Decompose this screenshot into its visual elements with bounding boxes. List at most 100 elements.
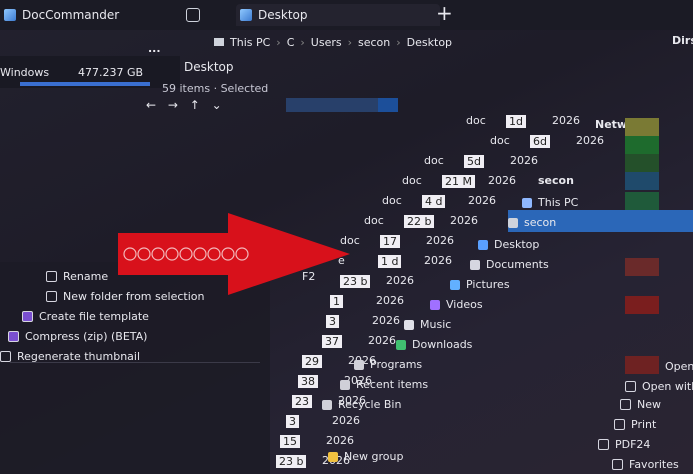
menu-item-label: Create file template bbox=[39, 310, 149, 323]
nav-item-icon bbox=[340, 379, 350, 390]
file-year: 2026 bbox=[488, 174, 516, 187]
breadcrumb: This PC › C › Users › secon › Desktop bbox=[214, 34, 452, 50]
menu-item-icon bbox=[46, 291, 57, 302]
file-year: 2026 bbox=[386, 274, 414, 287]
tab-desktop[interactable]: Desktop bbox=[236, 4, 440, 26]
file-year: 2026 bbox=[332, 414, 360, 427]
tab-label: Desktop bbox=[258, 8, 308, 22]
file-size: 1 d bbox=[378, 255, 402, 268]
nav-item-icon bbox=[478, 239, 488, 250]
nav-item-label: This PC bbox=[538, 196, 579, 209]
menu-item-compress-zip-beta[interactable]: Compress (zip) (BETA) bbox=[8, 330, 147, 343]
drive-usage-bar bbox=[20, 82, 150, 86]
nav-item-desktop[interactable]: Desktop bbox=[478, 238, 539, 251]
color-tile bbox=[625, 136, 659, 154]
right-menu-item-open-with[interactable]: Open with bbox=[625, 380, 693, 393]
drive-size: 477.237 GB bbox=[78, 66, 144, 79]
right-menu-item-new[interactable]: New bbox=[620, 398, 661, 411]
nav-item-label: Music bbox=[420, 318, 452, 331]
file-size: 17 bbox=[380, 235, 400, 248]
right-menu-item-label: Open with bbox=[642, 380, 693, 393]
panel-title: Desktop bbox=[184, 60, 234, 74]
file-year: 2026 bbox=[552, 114, 580, 127]
file-year: 2026 bbox=[376, 294, 404, 307]
app-title-text: DocCommander bbox=[22, 8, 120, 22]
panel-status: 59 items · Selected bbox=[162, 82, 269, 95]
dirs-label: Dirs bbox=[672, 34, 693, 47]
color-tile bbox=[625, 172, 659, 190]
folder-tab-icon bbox=[240, 9, 252, 21]
nav-item-downloads[interactable]: Downloads bbox=[396, 338, 472, 351]
file-size: 21 M bbox=[442, 175, 475, 188]
file-size: 38 bbox=[298, 375, 318, 388]
tab-overview-icon bbox=[186, 8, 200, 22]
file-type: doc bbox=[490, 134, 510, 147]
drive-more-button[interactable]: ... bbox=[148, 42, 161, 55]
file-year: 2026 bbox=[510, 154, 538, 167]
nav-item-icon bbox=[450, 279, 460, 290]
nav-item-label: New group bbox=[344, 450, 404, 463]
nav-item-this-pc[interactable]: This PC bbox=[522, 196, 578, 209]
menu-item-icon bbox=[8, 331, 19, 342]
right-menu-item-pdf24[interactable]: PDF24 bbox=[598, 438, 650, 451]
nav-item-pictures[interactable]: Pictures bbox=[450, 278, 510, 291]
nav-item-programs[interactable]: Programs bbox=[354, 358, 422, 371]
file-size: 1 bbox=[330, 295, 343, 308]
breadcrumb-this-pc[interactable]: This PC bbox=[230, 36, 270, 49]
right-menu-item-icon bbox=[620, 399, 631, 410]
right-menu-item-label: Favorites bbox=[629, 458, 679, 471]
color-tile bbox=[625, 154, 659, 172]
nav-item-documents[interactable]: Documents bbox=[470, 258, 549, 271]
view-toggle-active[interactable] bbox=[378, 98, 398, 112]
nav-item-icon bbox=[522, 197, 532, 208]
nav-item-recycle-bin[interactable]: Recycle Bin bbox=[322, 398, 401, 411]
nav-item-recent-items[interactable]: Recent items bbox=[340, 378, 428, 391]
right-menu-item-icon bbox=[625, 381, 636, 392]
breadcrumb-desktop[interactable]: Desktop bbox=[407, 36, 452, 49]
right-menu-item-label: Open bbox=[665, 360, 693, 373]
nav-item-icon bbox=[508, 217, 518, 228]
color-tile bbox=[625, 192, 659, 210]
tab-overview-button[interactable] bbox=[186, 8, 200, 25]
file-year: 2026 bbox=[424, 254, 452, 267]
file-year: 2026 bbox=[372, 314, 400, 327]
nav-toolbar[interactable]: ← → ↑ ⌄ bbox=[146, 98, 226, 112]
file-size: 37 bbox=[322, 335, 342, 348]
new-tab-button[interactable]: + bbox=[436, 2, 453, 24]
file-size: 5d bbox=[464, 155, 484, 168]
nav-item-videos[interactable]: Videos bbox=[430, 298, 483, 311]
nav-item-label: Programs bbox=[370, 358, 423, 371]
right-menu-item-favorites[interactable]: Favorites bbox=[612, 458, 679, 471]
app-icon bbox=[4, 9, 16, 21]
nav-item-new-group[interactable]: New group bbox=[328, 450, 403, 463]
menu-item-create-file-template[interactable]: Create file template bbox=[22, 310, 149, 323]
nav-item-icon bbox=[470, 259, 480, 270]
nav-item-icon bbox=[354, 359, 364, 370]
right-menu-item-icon bbox=[598, 439, 609, 450]
menu-item-rename[interactable]: Rename bbox=[46, 270, 108, 283]
right-menu-item-print[interactable]: Print bbox=[614, 418, 656, 431]
nav-item-music[interactable]: Music bbox=[404, 318, 451, 331]
breadcrumb-c[interactable]: C bbox=[287, 36, 295, 49]
file-type: doc bbox=[402, 174, 422, 187]
drive-label[interactable]: Windows bbox=[0, 66, 49, 79]
nav-item-icon bbox=[404, 319, 414, 330]
nav-item-secon[interactable]: secon bbox=[508, 216, 556, 229]
menu-separator bbox=[10, 362, 260, 363]
menu-item-icon bbox=[22, 311, 33, 322]
red-arrow-pointer bbox=[118, 213, 350, 295]
file-year: 2026 bbox=[368, 334, 396, 347]
nav-item-label: secon bbox=[524, 216, 557, 229]
color-tile bbox=[625, 258, 659, 276]
user-label[interactable]: secon bbox=[538, 174, 574, 187]
nav-item-label: Pictures bbox=[466, 278, 510, 291]
file-size: 23 bbox=[292, 395, 312, 408]
file-type: doc bbox=[364, 214, 384, 227]
nav-item-icon bbox=[322, 399, 332, 410]
breadcrumb-users[interactable]: Users bbox=[311, 36, 342, 49]
nav-item-label: Recycle Bin bbox=[338, 398, 402, 411]
file-type: doc bbox=[466, 114, 486, 127]
nav-item-icon bbox=[396, 339, 406, 350]
nav-item-label: Videos bbox=[446, 298, 483, 311]
breadcrumb-secon[interactable]: secon bbox=[358, 36, 390, 49]
